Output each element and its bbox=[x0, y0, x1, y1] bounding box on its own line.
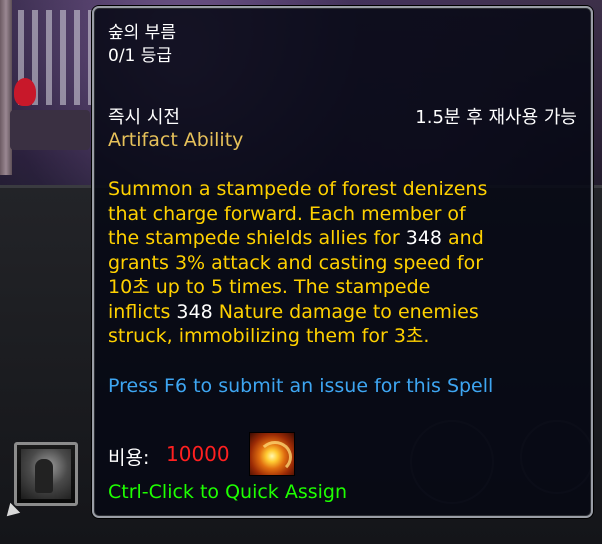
ability-name: 숲의 부름 bbox=[108, 23, 176, 43]
fire-vortex-icon bbox=[249, 432, 295, 476]
cost-value: 10000 bbox=[166, 442, 230, 466]
druid-ability-figure bbox=[35, 459, 53, 493]
vortex-swirl bbox=[258, 441, 292, 473]
ability-type: Artifact Ability bbox=[108, 129, 244, 151]
report-hint: Press F6 to submit an issue for this Spe… bbox=[108, 375, 494, 397]
description-line: Summon a stampede of forest denizens bbox=[108, 178, 488, 200]
cooldown: 1.5분 후 재사용 가능 bbox=[415, 107, 577, 128]
cast-time: 즉시 시전 bbox=[108, 107, 180, 128]
description-line: struck, immobilizing them for 3초. bbox=[108, 325, 430, 347]
description-line: grants 3% attack and casting speed for bbox=[108, 251, 484, 274]
description-line: 10초 up to 5 times. The stampede bbox=[108, 276, 431, 298]
spell-tooltip: 숲의 부름 0/1 등급 즉시 시전 1.5분 후 재사용 가능 Artifac… bbox=[92, 6, 593, 518]
description-line: the stampede shields allies for bbox=[108, 227, 406, 249]
scene-creature bbox=[14, 78, 36, 106]
action-bar-slot[interactable] bbox=[14, 442, 78, 506]
scene-cart bbox=[10, 110, 90, 150]
description-line: that charge forward. Each member of bbox=[108, 202, 466, 225]
cost-label: 비용: bbox=[108, 447, 150, 469]
description-line: Nature damage to enemies bbox=[212, 300, 479, 323]
damage-amount: 348 bbox=[176, 300, 213, 323]
description-line: inflicts bbox=[108, 300, 177, 323]
shield-amount: 348 bbox=[405, 227, 442, 249]
ability-description: Summon a stampede of forest denizens tha… bbox=[108, 177, 588, 349]
description-line: and bbox=[442, 227, 484, 249]
quick-assign-hint: Ctrl-Click to Quick Assign bbox=[108, 481, 348, 503]
ability-rank: 0/1 등급 bbox=[108, 46, 173, 66]
